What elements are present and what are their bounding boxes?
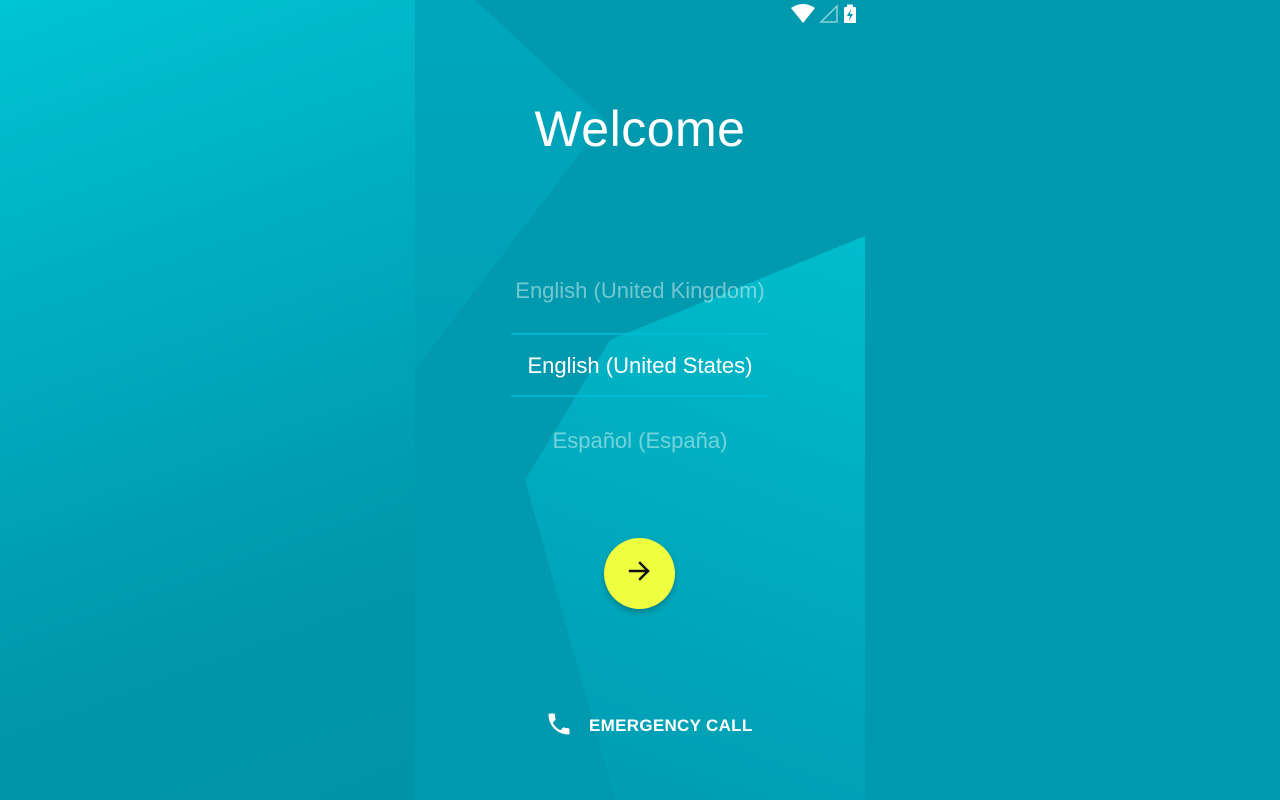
arrow-right-icon	[627, 558, 653, 589]
left-background-panel	[0, 0, 415, 800]
right-background-panel	[865, 0, 1280, 800]
setup-screen: Welcome English (United Kingdom) English…	[415, 0, 865, 800]
emergency-call-button[interactable]: EMERGENCY CALL	[545, 710, 753, 742]
status-bar	[791, 4, 857, 24]
language-option[interactable]: Español (España)	[511, 428, 769, 454]
page-title: Welcome	[534, 101, 746, 157]
cell-signal-icon	[819, 4, 839, 24]
language-picker[interactable]: English (United Kingdom) English (United…	[511, 255, 769, 475]
phone-icon	[545, 710, 573, 743]
picker-divider-bottom	[511, 395, 769, 397]
battery-charging-icon	[843, 4, 857, 24]
language-option-selected[interactable]: English (United States)	[511, 353, 769, 379]
emergency-call-label: EMERGENCY CALL	[589, 716, 753, 735]
next-button[interactable]	[604, 538, 675, 609]
picker-divider-top	[511, 333, 769, 335]
language-option[interactable]: English (United Kingdom)	[511, 278, 769, 304]
wifi-icon	[791, 4, 815, 24]
